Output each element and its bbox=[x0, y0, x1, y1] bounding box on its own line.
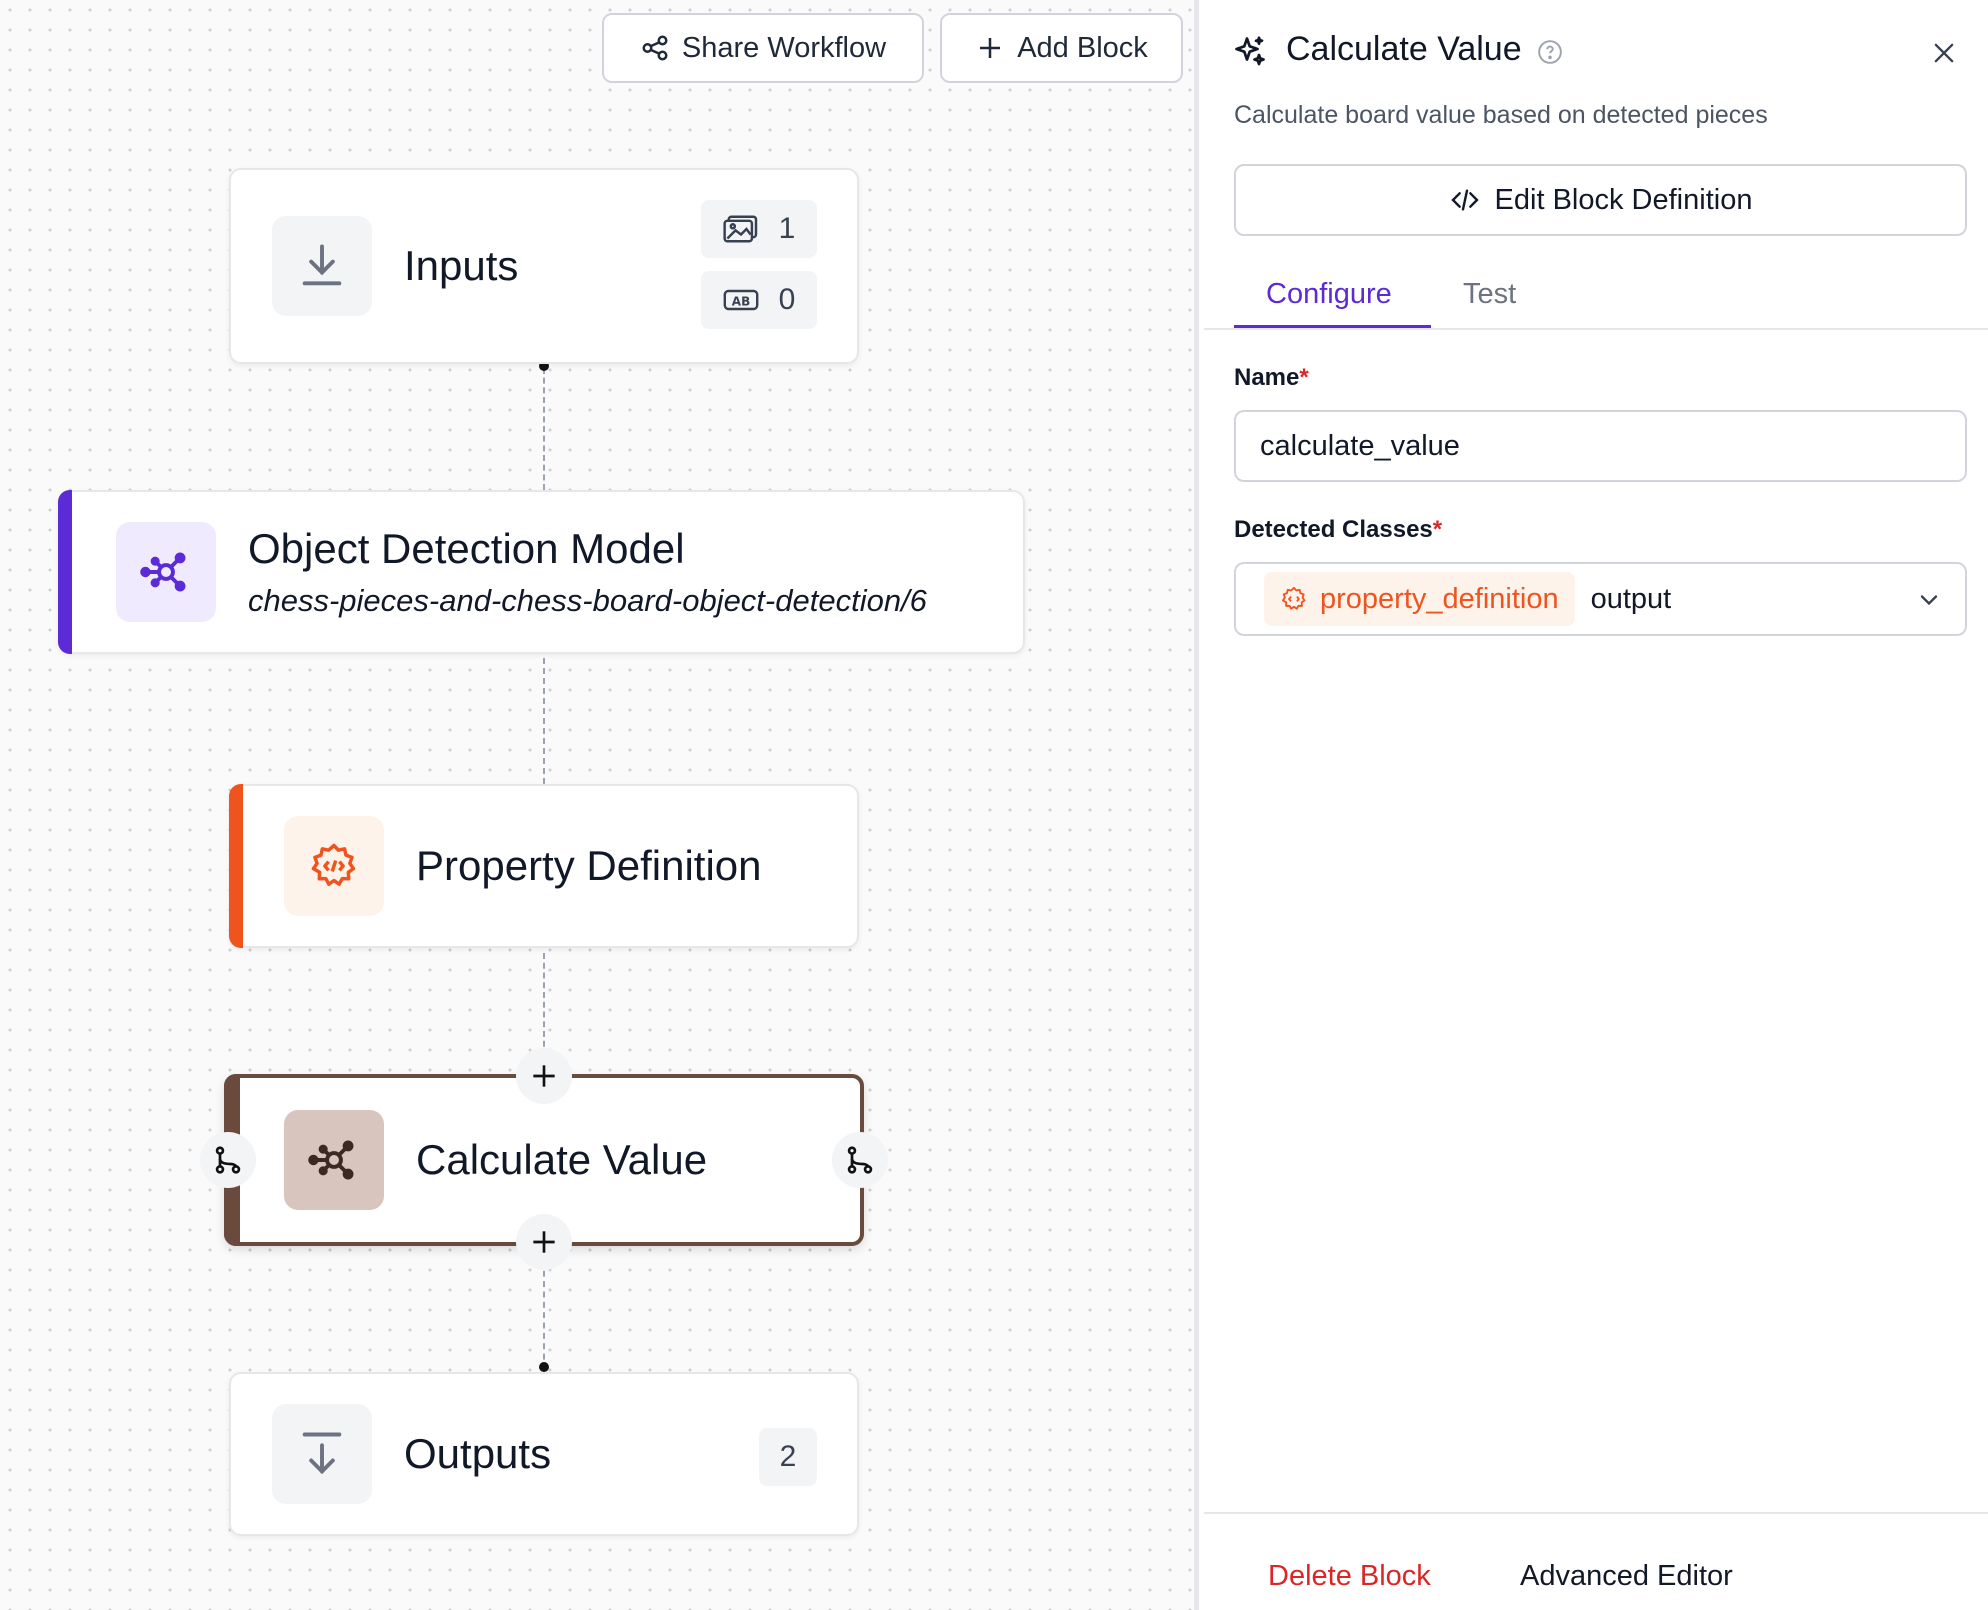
help-icon[interactable] bbox=[1537, 39, 1563, 65]
insert-above-button[interactable] bbox=[516, 1048, 572, 1104]
share-workflow-label: Share Workflow bbox=[681, 31, 887, 64]
object-detection-node[interactable]: Object Detection Model chess-pieces-and-… bbox=[58, 490, 1025, 654]
detection-model-id: chess-pieces-and-chess-board-object-dete… bbox=[248, 583, 927, 618]
code-gear-icon bbox=[1281, 586, 1306, 610]
svg-text:AB: AB bbox=[731, 294, 749, 308]
node-accent-bar bbox=[229, 784, 243, 948]
model-network-icon bbox=[140, 552, 186, 592]
outputs-count-badge: 2 bbox=[759, 1428, 817, 1486]
detected-classes-label: Detected Classes* bbox=[1234, 516, 1442, 544]
share-icon bbox=[642, 35, 668, 61]
detection-text: Object Detection Model chess-pieces-and-… bbox=[248, 525, 927, 619]
selector-tag-label: property_definition bbox=[1320, 582, 1559, 615]
delete-block-button[interactable]: Delete Block bbox=[1268, 1560, 1431, 1593]
name-label-text: Name bbox=[1234, 364, 1300, 391]
calculate-title: Calculate Value bbox=[416, 1136, 708, 1183]
plus-icon bbox=[980, 38, 1001, 58]
edge-inputs-detection bbox=[543, 368, 545, 490]
inputs-icon-box bbox=[272, 216, 372, 316]
required-mark: * bbox=[1432, 516, 1443, 543]
name-label: Name* bbox=[1234, 364, 1309, 392]
tab-configure[interactable]: Configure bbox=[1266, 278, 1392, 311]
export-down-icon bbox=[302, 1432, 342, 1475]
edit-block-definition-label: Edit Block Definition bbox=[1494, 183, 1753, 216]
sparkles-icon bbox=[1235, 36, 1265, 66]
inputs-title: Inputs bbox=[404, 242, 519, 289]
branch-left-button[interactable] bbox=[200, 1132, 256, 1188]
property-icon-box bbox=[284, 816, 384, 916]
detection-icon-box bbox=[116, 522, 216, 622]
model-network-icon bbox=[308, 1140, 354, 1180]
footer-divider bbox=[1204, 1512, 1988, 1514]
download-icon bbox=[302, 244, 342, 286]
text-ab-icon: AB bbox=[723, 289, 759, 311]
image-input-count: 1 bbox=[701, 200, 817, 258]
calculate-icon-box bbox=[284, 1110, 384, 1210]
git-branch-icon bbox=[847, 1146, 873, 1174]
name-input-value: calculate_value bbox=[1260, 429, 1460, 462]
detected-classes-label-text: Detected Classes bbox=[1234, 516, 1433, 543]
outputs-count: 2 bbox=[779, 1440, 797, 1473]
name-input[interactable]: calculate_value bbox=[1234, 410, 1967, 482]
plus-icon bbox=[533, 1231, 555, 1253]
insert-below-button[interactable] bbox=[516, 1214, 572, 1270]
code-gear-icon bbox=[311, 843, 356, 886]
required-mark: * bbox=[1299, 364, 1309, 391]
tabs-divider bbox=[1204, 328, 1988, 330]
detection-title: Object Detection Model bbox=[248, 525, 685, 572]
edge-detection-property bbox=[543, 658, 545, 784]
close-icon[interactable] bbox=[1930, 39, 1958, 67]
property-definition-node[interactable]: Property Definition bbox=[229, 784, 859, 948]
chevron-down-icon bbox=[1920, 595, 1938, 606]
panel-description: Calculate board value based on detected … bbox=[1234, 101, 1768, 129]
branch-right-button[interactable] bbox=[832, 1132, 888, 1188]
outputs-title: Outputs bbox=[404, 1430, 552, 1477]
git-branch-icon bbox=[215, 1146, 241, 1174]
selector-tag: property_definition bbox=[1264, 572, 1575, 626]
plus-icon bbox=[533, 1065, 555, 1087]
panel-title: Calculate Value bbox=[1286, 30, 1522, 68]
outputs-node[interactable]: Outputs 2 bbox=[229, 1372, 859, 1536]
tab-test[interactable]: Test bbox=[1463, 278, 1516, 311]
advanced-editor-button[interactable]: Advanced Editor bbox=[1520, 1560, 1733, 1593]
text-input-count: AB 0 bbox=[701, 271, 817, 329]
image-count: 1 bbox=[778, 212, 796, 245]
outputs-icon-box bbox=[272, 1404, 372, 1504]
node-accent-bar bbox=[58, 490, 72, 654]
code-icon bbox=[1450, 189, 1479, 211]
edit-block-definition-button[interactable]: Edit Block Definition bbox=[1234, 164, 1967, 236]
share-workflow-button[interactable]: Share Workflow bbox=[602, 13, 924, 83]
selector-output-value: output bbox=[1590, 582, 1672, 615]
property-title: Property Definition bbox=[416, 842, 762, 889]
add-block-button[interactable]: Add Block bbox=[940, 13, 1183, 83]
text-count: 0 bbox=[778, 283, 796, 316]
inputs-node[interactable]: Inputs 1 AB 0 bbox=[229, 168, 859, 364]
image-icon bbox=[723, 215, 757, 243]
block-config-panel bbox=[1204, 0, 1988, 1610]
connection-dot bbox=[539, 1362, 549, 1372]
detected-classes-select[interactable]: property_definition output bbox=[1234, 562, 1967, 636]
add-block-label: Add Block bbox=[1017, 31, 1148, 64]
